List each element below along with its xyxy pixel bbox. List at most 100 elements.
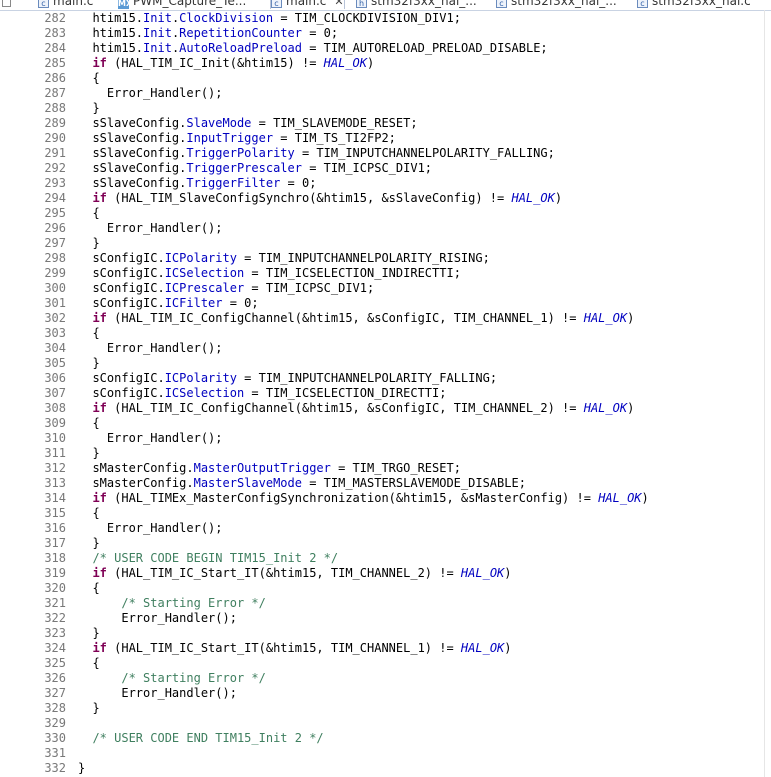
code-line[interactable]: 325 { [0,656,771,671]
code-text: Error_Handler(); [78,431,223,446]
code-line[interactable]: 320 { [0,581,771,596]
code-token: = TIM_INPUTCHANNELPOLARITY_FALLING; [294,146,555,160]
code-line[interactable]: 318 /* USER CODE BEGIN TIM15_Init 2 */ [0,551,771,566]
code-line[interactable]: 297 } [0,236,771,251]
code-line[interactable]: 309 { [0,416,771,431]
code-token: sSlaveConfig. [78,116,187,130]
tab-label: stm32f3xx_hal_... [511,0,617,8]
code-text: } [78,236,99,251]
code-line[interactable]: 322 Error_Handler(); [0,611,771,626]
code-line[interactable]: 324 if (HAL_TIM_IC_Start_IT(&htim15, TIM… [0,641,771,656]
code-line[interactable]: 310 Error_Handler(); [0,431,771,446]
line-number: 311 [44,446,66,460]
code-line[interactable]: 312 sMasterConfig.MasterOutputTrigger = … [0,461,771,476]
code-line[interactable]: 298 sConfigIC.ICPolarity = TIM_INPUTCHAN… [0,251,771,266]
code-line[interactable]: 295 { [0,206,771,221]
code-token: (HAL_TIMEx_MasterConfigSynchronization(&… [106,491,599,505]
code-line[interactable]: 294 if (HAL_TIM_SlaveConfigSynchro(&htim… [0,191,771,206]
line-number: 297 [44,236,66,250]
code-token: sSlaveConfig. [78,146,187,160]
code-line[interactable]: 311 } [0,446,771,461]
code-line[interactable]: 296 Error_Handler(); [0,221,771,236]
code-token: Error_Handler(); [78,686,237,700]
tab-4[interactable]: h stm32f3xx_hal_... [356,0,477,9]
code-line[interactable]: 291 sSlaveConfig.TriggerPolarity = TIM_I… [0,146,771,161]
code-token: ICSelection [164,386,245,400]
code-text: } [78,701,99,716]
cubemx-file-icon: MX [118,0,133,9]
code-token: sMasterConfig. [78,476,194,490]
code-line[interactable]: 329 [0,716,771,731]
restore-window-icon[interactable] [2,0,11,7]
code-token: sSlaveConfig. [78,161,187,175]
code-line[interactable]: 304 Error_Handler(); [0,341,771,356]
code-token: MasterSlaveMode [193,476,302,490]
close-tab-icon[interactable]: ✕ [334,0,343,8]
code-text: htim15.Init.AutoReloadPreload = TIM_AUTO… [78,41,547,56]
code-line[interactable]: 330 /* USER CODE END TIM15_Init 2 */ [0,731,771,746]
code-line[interactable]: 319 if (HAL_TIM_IC_Start_IT(&htim15, TIM… [0,566,771,581]
code-token: if [92,566,107,580]
tab-2[interactable]: MXPWM_Capture_Te... [118,0,246,9]
code-line[interactable]: 286 { [0,71,771,86]
code-line[interactable]: 299 sConfigIC.ICSelection = TIM_ICSELECT… [0,266,771,281]
code-token: = TIM_INPUTCHANNELPOLARITY_FALLING; [236,371,498,385]
code-text: /* USER CODE BEGIN TIM15_Init 2 */ [78,551,338,566]
code-line[interactable]: 290 sSlaveConfig.InputTrigger = TIM_TS_T… [0,131,771,146]
code-line[interactable]: 306 sConfigIC.ICPolarity = TIM_INPUTCHAN… [0,371,771,386]
code-line[interactable]: 301 sConfigIC.ICFilter = 0; [0,296,771,311]
line-number: 304 [44,341,66,355]
code-line[interactable]: 300 sConfigIC.ICPrescaler = TIM_ICPSC_DI… [0,281,771,296]
code-token: ICPolarity [164,251,237,265]
code-text: } [78,101,99,116]
code-line[interactable]: 302 if (HAL_TIM_IC_ConfigChannel(&htim15… [0,311,771,326]
code-token: TriggerFilter [186,176,281,190]
code-token: TriggerPrescaler [186,161,302,175]
code-line[interactable]: 303 { [0,326,771,341]
code-token: if [92,401,107,415]
code-token: (HAL_TIM_IC_Start_IT(&htim15, TIM_CHANNE… [106,641,461,655]
code-line[interactable]: 332} [0,761,771,776]
code-line[interactable]: 326 /* Starting Error */ [0,671,771,686]
code-editor[interactable]: 282 htim15.Init.ClockDivision = TIM_CLOC… [0,10,771,777]
code-token: HAL_OK [583,401,628,415]
line-number: 326 [44,671,66,685]
code-line[interactable]: 283 htim15.Init.RepetitionCounter = 0; [0,26,771,41]
code-line[interactable]: 323 } [0,626,771,641]
tab-5[interactable]: c stm32f3xx_hal_... [496,0,617,9]
code-line[interactable]: 305 } [0,356,771,371]
code-line[interactable]: 287 Error_Handler(); [0,86,771,101]
code-line[interactable]: 288 } [0,101,771,116]
code-token: ICPolarity [164,371,237,385]
code-token: if [92,491,107,505]
code-line[interactable]: 314 if (HAL_TIMEx_MasterConfigSynchroniz… [0,491,771,506]
code-token: (HAL_TIM_IC_ConfigChannel(&htim15, &sCon… [106,401,584,415]
code-line[interactable]: 289 sSlaveConfig.SlaveMode = TIM_SLAVEMO… [0,116,771,131]
code-line[interactable]: 282 htim15.Init.ClockDivision = TIM_CLOC… [0,11,771,26]
code-line[interactable]: 331 [0,746,771,761]
code-line[interactable]: 321 /* Starting Error */ [0,596,771,611]
tab-1[interactable]: c main.c [38,0,93,9]
code-line[interactable]: 316 Error_Handler(); [0,521,771,536]
code-text: /* USER CODE END TIM15_Init 2 */ [78,731,323,746]
code-line[interactable]: 285 if (HAL_TIM_IC_Init(&htim15) != HAL_… [0,56,771,71]
code-token: Error_Handler(); [78,341,223,355]
code-line[interactable]: 308 if (HAL_TIM_IC_ConfigChannel(&htim15… [0,401,771,416]
code-text: if (HAL_TIM_IC_ConfigChannel(&htim15, &s… [78,401,634,416]
code-token: ) [627,311,635,325]
code-line[interactable]: 292 sSlaveConfig.TriggerPrescaler = TIM_… [0,161,771,176]
code-line[interactable]: 315 { [0,506,771,521]
tab-3[interactable]: c main.c ✕ [270,0,345,9]
code-line[interactable]: 317 } [0,536,771,551]
code-line[interactable]: 328 } [0,701,771,716]
code-line[interactable]: 327 Error_Handler(); [0,686,771,701]
code-line[interactable]: 284 htim15.Init.AutoReloadPreload = TIM_… [0,41,771,56]
code-line[interactable]: 293 sSlaveConfig.TriggerFilter = 0; [0,176,771,191]
code-line[interactable]: 307 sConfigIC.ICSelection = TIM_ICSELECT… [0,386,771,401]
tab-6[interactable]: c stm32f3xx_hal.c [637,0,751,9]
code-line[interactable]: 313 sMasterConfig.MasterSlaveMode = TIM_… [0,476,771,491]
